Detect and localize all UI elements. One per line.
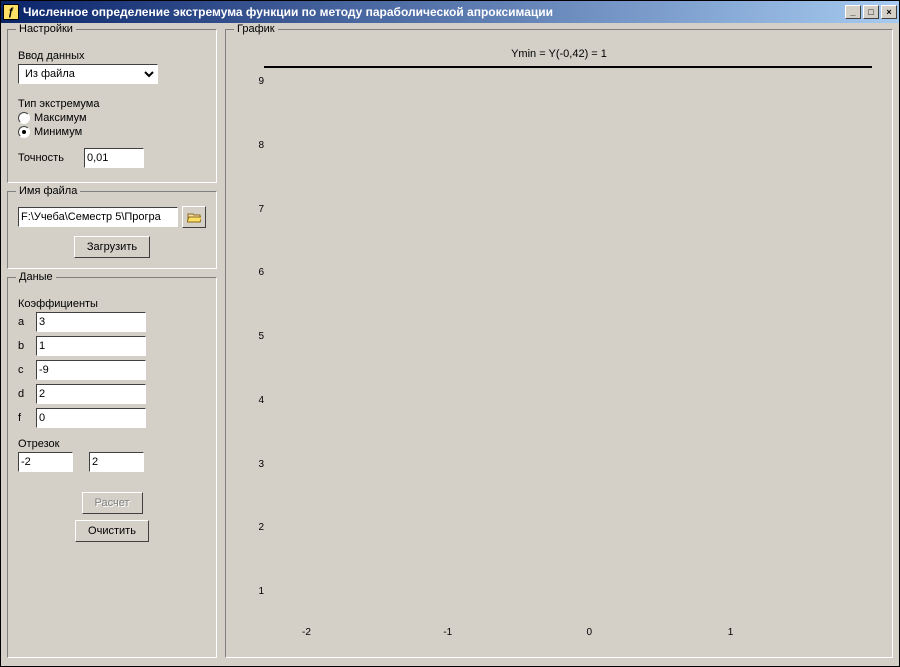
input-mode-select[interactable]: Из файла	[18, 64, 158, 84]
load-button[interactable]: Загрузить	[74, 236, 150, 258]
folder-open-icon	[187, 211, 201, 223]
calculate-button[interactable]: Расчет	[82, 492, 143, 514]
chart-plot	[264, 66, 872, 68]
extremum-type-label: Тип экстремума	[18, 98, 206, 110]
left-panel: Настройки Ввод данных Из файла Тип экстр…	[7, 29, 217, 658]
coeff-f-input[interactable]	[36, 408, 146, 428]
data-legend: Даные	[16, 271, 56, 283]
chart-legend: График	[234, 23, 278, 35]
segment-label: Отрезок	[18, 438, 206, 450]
precision-label: Точность	[18, 152, 78, 164]
coeff-c-input[interactable]	[36, 360, 146, 380]
file-path-input[interactable]	[18, 207, 178, 227]
radio-dot-max[interactable]	[18, 112, 30, 124]
titlebar: ƒ Численное определение экстремума функц…	[1, 1, 899, 23]
file-legend: Имя файла	[16, 185, 80, 197]
segment-from-input[interactable]	[18, 452, 73, 472]
coeff-b-input[interactable]	[36, 336, 146, 356]
close-button[interactable]: ×	[881, 5, 897, 19]
radio-maximum[interactable]: Максимум	[18, 112, 206, 124]
browse-button[interactable]	[182, 206, 206, 228]
radio-min-label: Минимум	[34, 126, 82, 138]
coeff-c-label: c	[18, 364, 30, 376]
window-title: Численное определение экстремума функции…	[23, 5, 845, 19]
chart-x-axis: -2-101	[264, 627, 872, 649]
coeff-d-label: d	[18, 388, 30, 400]
coeff-a-label: a	[18, 316, 30, 328]
settings-group: Настройки Ввод данных Из файла Тип экстр…	[7, 29, 217, 183]
chart-group: График Ymin = Y(-0,42) = 1 987654321	[225, 29, 893, 658]
radio-dot-min[interactable]	[18, 126, 30, 138]
minimize-button[interactable]: _	[845, 5, 861, 19]
maximize-button[interactable]: □	[863, 5, 879, 19]
right-panel: График Ymin = Y(-0,42) = 1 987654321	[225, 29, 893, 658]
segment-to-input[interactable]	[89, 452, 144, 472]
coeff-d-input[interactable]	[36, 384, 146, 404]
precision-input[interactable]	[84, 148, 144, 168]
file-group: Имя файла Загрузить	[7, 191, 217, 269]
coeff-a-input[interactable]	[36, 312, 146, 332]
chart-title: Ymin = Y(-0,42) = 1	[234, 44, 884, 66]
chart-y-axis: 987654321	[238, 76, 264, 597]
coeff-f-label: f	[18, 412, 30, 424]
app-icon: ƒ	[3, 4, 19, 20]
input-mode-label: Ввод данных	[18, 50, 206, 62]
coeff-b-label: b	[18, 340, 30, 352]
data-group: Даные Коэффициенты a b c d f Отрезок Рас…	[7, 277, 217, 658]
radio-max-label: Максимум	[34, 112, 87, 124]
coeff-label: Коэффициенты	[18, 298, 206, 310]
clear-button[interactable]: Очистить	[75, 520, 149, 542]
radio-minimum[interactable]: Минимум	[18, 126, 206, 138]
settings-legend: Настройки	[16, 23, 76, 35]
content: Настройки Ввод данных Из файла Тип экстр…	[1, 23, 899, 666]
window-buttons: _ □ ×	[845, 5, 897, 19]
app-window: ƒ Численное определение экстремума функц…	[0, 0, 900, 667]
